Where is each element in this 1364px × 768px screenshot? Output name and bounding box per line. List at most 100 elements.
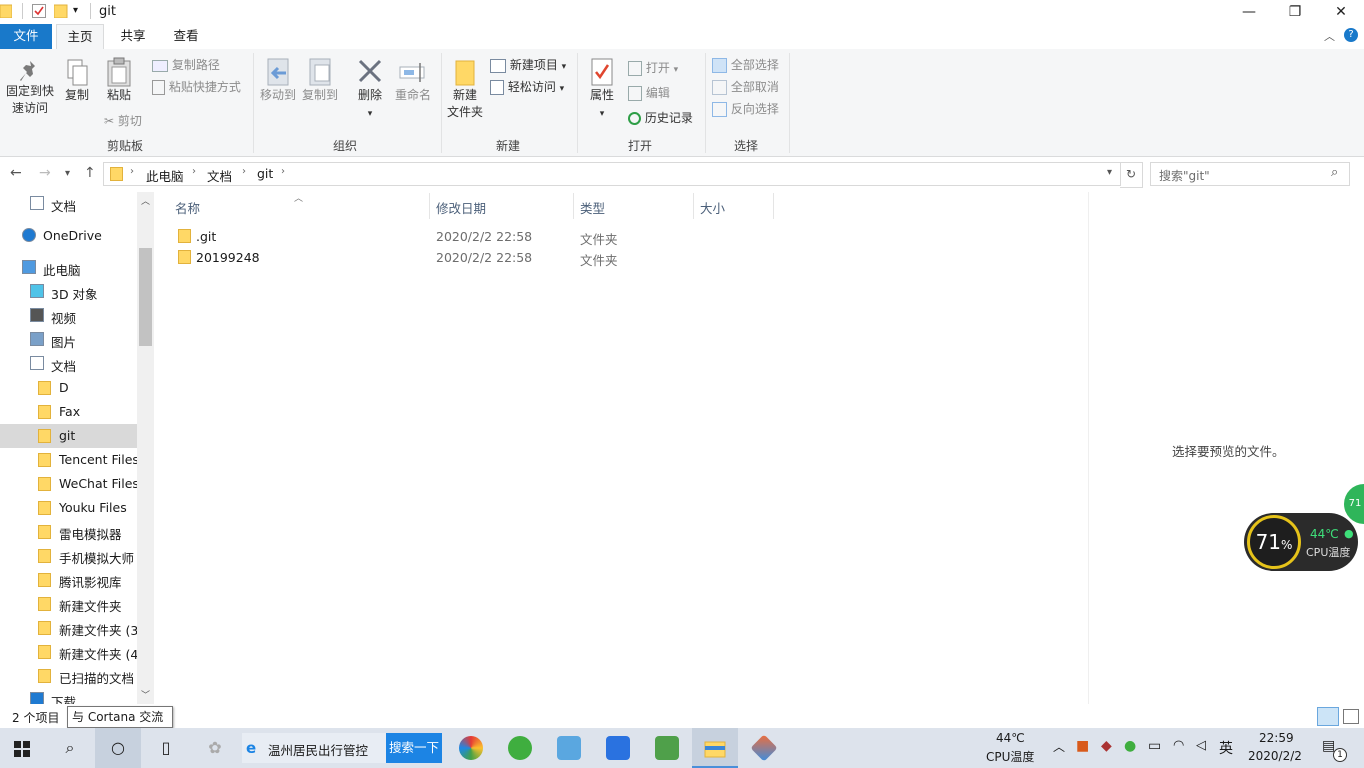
sidebar-item[interactable]: Fax [0,400,137,424]
address-bar[interactable]: › 此电脑 › 文档 › git › ▾ [103,162,1121,186]
sidebar-item[interactable]: 新建文件夹 [0,592,137,616]
sidebar-item[interactable]: 文档 [0,192,137,216]
mascot-icon[interactable]: ◆ [1101,738,1112,754]
customize-quick-access-icon[interactable]: ▾ [73,5,87,19]
chevron-right-icon[interactable]: › [242,166,246,177]
task-view-icon[interactable]: ▯ [144,728,188,768]
column-header-size[interactable]: 大小 [700,198,725,217]
column-header-name[interactable]: 名称 [175,198,200,217]
tab-file[interactable]: 文件 [0,24,52,49]
tab-view[interactable]: 查看 [163,24,209,49]
copy-path-button[interactable]: 复制路径 [152,56,220,73]
sidebar-item[interactable]: 此电脑 [0,256,137,280]
chevron-right-icon[interactable]: › [192,166,196,177]
security-app-icon[interactable] [508,736,532,760]
edit-button[interactable]: 编辑 [628,84,670,101]
up-arrow-icon[interactable]: ↑ [84,165,96,181]
paste-shortcut-button[interactable]: 粘贴快捷方式 [152,78,241,95]
nav-scrollbar-thumb[interactable] [139,248,152,346]
scroll-down-chevron-icon[interactable]: ﹀ [141,688,150,701]
search-icon[interactable]: ⌕ [1331,165,1338,180]
column-divider[interactable] [693,193,694,219]
open-button[interactable]: 打开 ▾ [628,59,678,76]
sidebar-item[interactable]: Youku Files [0,496,137,520]
refresh-icon[interactable]: ↻ [1120,162,1143,188]
battery-icon[interactable]: ▭ [1148,738,1161,754]
sidebar-item[interactable]: 文档 [0,352,137,376]
sidebar-item[interactable]: 视频 [0,304,137,328]
column-divider[interactable] [773,193,774,219]
chevron-right-icon[interactable]: › [281,166,285,177]
tab-home[interactable]: 主页 [56,24,104,50]
column-header-type[interactable]: 类型 [580,198,605,217]
cpu-side-badge[interactable]: 71 [1344,484,1364,524]
help-icon[interactable]: ? [1344,28,1358,42]
rename-button[interactable]: 重命名 [392,57,434,104]
ime-indicator[interactable]: 英 [1219,738,1233,758]
new-folder-button[interactable]: 新建 文件夹 [445,57,485,121]
address-history-chevron-icon[interactable]: ▾ [1107,167,1112,178]
volume-icon[interactable]: ◁ [1196,738,1206,753]
chevron-right-icon[interactable]: › [130,166,134,177]
preview-pane-divider[interactable] [1088,192,1089,704]
move-to-button[interactable]: 移动到 [258,57,298,104]
column-divider[interactable] [573,193,574,219]
sidebar-item[interactable]: Tencent Files [0,448,139,472]
sidebar-item[interactable]: 腾讯影视库 [0,568,137,592]
show-hidden-icons-chevron-icon[interactable]: ︿ [1053,738,1065,755]
pinwheel-icon[interactable]: ✿ [193,728,237,768]
select-none-button[interactable]: 全部取消 [712,78,779,95]
git-app-icon[interactable] [750,734,778,762]
sidebar-item[interactable]: 手机模拟大师 [0,544,137,568]
wifi-icon[interactable]: ◠ [1173,738,1184,753]
easy-access-button[interactable]: 轻松访问 ▾ [490,78,564,95]
properties-button[interactable]: 属性 ▾ [584,57,620,123]
close-button[interactable]: ✕ [1318,0,1364,24]
sidebar-item[interactable]: 已扫描的文档 [0,664,137,688]
large-icons-view-icon[interactable] [1343,709,1359,724]
sidebar-item[interactable]: 雷电模拟器 [0,520,137,544]
details-view-icon[interactable] [1317,707,1339,726]
sidebar-item[interactable]: git [0,424,137,448]
breadcrumb-this-pc[interactable]: 此电脑 [146,166,184,185]
tab-share[interactable]: 共享 [110,24,156,49]
gift-icon[interactable]: ■ [1076,738,1089,754]
edge-search-button[interactable]: 搜索一下 [386,733,442,763]
search-icon[interactable]: ⌕ [48,728,92,768]
new-item-button[interactable]: 新建项目 ▾ [490,56,566,73]
copy-button[interactable]: 复制 [62,59,92,104]
column-divider[interactable] [429,193,430,219]
sidebar-item[interactable]: 图片 [0,328,137,352]
breadcrumb-documents[interactable]: 文档 [207,166,232,185]
sidebar-item[interactable]: 下载 [0,688,137,704]
sidebar-item[interactable]: 新建文件夹 (3) [0,616,143,640]
file-explorer-taskbar-icon[interactable] [692,728,738,768]
back-arrow-icon[interactable]: ← [10,165,22,181]
remote-app-icon[interactable] [557,736,581,760]
sidebar-item[interactable]: 新建文件夹 (4) [0,640,143,664]
cut-button[interactable]: ✂ 剪切 [104,112,142,129]
sidebar-item[interactable]: WeChat Files [0,472,139,496]
maximize-button[interactable]: ❐ [1272,0,1318,24]
sidebar-item[interactable]: D [0,376,137,400]
navigation-pane[interactable]: 文档 OneDrive 此电脑 3D 对象 视频 图片 文档 D Fax git Tencent F… [0,192,154,704]
clock-date[interactable]: 2020/2/2 [1248,749,1302,763]
forward-arrow-icon[interactable]: → [39,165,51,181]
browser-app-icon[interactable] [459,736,483,760]
sidebar-item[interactable]: OneDrive [0,224,137,248]
select-all-button[interactable]: 全部选择 [712,56,779,73]
history-button[interactable]: 历史记录 [628,109,693,126]
security-tray-icon[interactable]: ● [1124,738,1136,754]
table-row[interactable]: .git 2020/2/2 22:58 文件夹 [170,226,770,247]
sidebar-item[interactable]: 3D 对象 [0,280,137,304]
invert-selection-button[interactable]: 反向选择 [712,100,779,117]
column-header-date[interactable]: 修改日期 [436,198,486,217]
edge-search-widget[interactable]: e 温州居民出行管控 [242,733,386,763]
copy-to-button[interactable]: 复制到 [300,57,340,104]
pin-quick-access-button[interactable]: 固定到快 速访问 [4,59,56,117]
clock-time[interactable]: 22:59 [1259,731,1294,745]
cortana-icon[interactable]: ○ [95,728,141,768]
breadcrumb-git[interactable]: git [257,166,273,181]
new-folder-quick-icon[interactable] [53,4,68,19]
notes-app-icon[interactable] [655,736,679,760]
